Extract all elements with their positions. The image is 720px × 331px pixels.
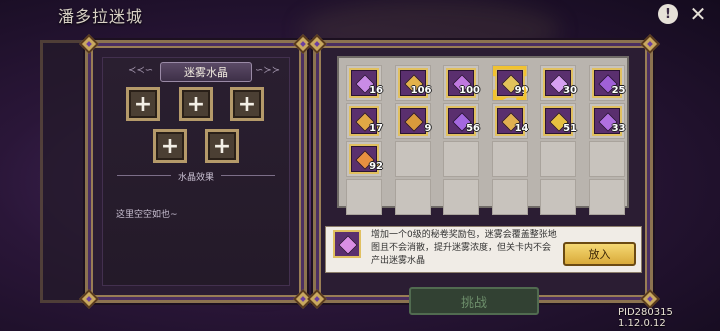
inventory-cell [540, 179, 576, 215]
item-description-text: 增加一个0级的秘卷奖励包，迷雾会覆盖整张地图且不会消散，提升迷雾浓度，但关卡内不… [371, 230, 557, 266]
inventory-cell [588, 179, 625, 215]
close-icon[interactable]: ✕ [688, 2, 708, 26]
crystal-gem-icon [403, 112, 424, 132]
inventory-cell [588, 141, 625, 177]
inventory-cell [394, 179, 431, 215]
inventory-cell [491, 179, 528, 215]
crystal-slot[interactable]: + [230, 87, 264, 121]
inventory-cell [491, 141, 528, 177]
banner-ornament-left: ≺≺∽ [128, 65, 154, 76]
item-count: 56 [466, 123, 480, 134]
inventory-cell [443, 141, 479, 177]
challenge-button[interactable]: 挑战 [409, 287, 539, 315]
crystal-slot[interactable]: + [126, 87, 160, 121]
inventory-item[interactable] [397, 106, 428, 136]
inventory-grid: 16 106 100 99 30 25 17 9 56 14 51 33 92 [337, 56, 629, 215]
item-count: 9 [424, 123, 432, 134]
item-count: 14 [514, 123, 529, 134]
panel-banner-title: 迷雾水晶 [160, 62, 252, 82]
item-count: 92 [369, 161, 383, 172]
item-count: 30 [563, 85, 577, 96]
item-count: 100 [459, 85, 480, 96]
crystal-slot[interactable]: + [153, 129, 187, 163]
crystal-effects-label: 水晶效果 [177, 173, 214, 183]
put-in-button[interactable]: 放入 [563, 242, 636, 266]
empty-effects-text: 这里空空如也~ [116, 210, 178, 220]
version-label: PID280315 1.12.0.12 [618, 307, 673, 329]
crystal-slot[interactable]: + [205, 129, 239, 163]
item-count: 16 [369, 85, 383, 96]
banner-ornament-right: ∽≻≻ [255, 65, 281, 76]
item-count: 33 [611, 123, 626, 134]
selected-item-icon [333, 230, 361, 258]
crystal-slot[interactable]: + [179, 87, 213, 121]
divider-right [221, 175, 275, 176]
item-count: 25 [611, 85, 626, 96]
page-title: 潘多拉迷城 [58, 7, 144, 26]
crystal-gem-icon [338, 235, 358, 255]
inventory-cell [346, 179, 382, 215]
inventory-cell [394, 141, 431, 177]
item-count: 51 [563, 123, 577, 134]
inventory-cell [443, 179, 479, 215]
item-count: 17 [369, 123, 383, 134]
inventory-cell [540, 141, 576, 177]
item-count: 106 [410, 85, 432, 96]
info-icon[interactable]: ! [658, 4, 678, 24]
